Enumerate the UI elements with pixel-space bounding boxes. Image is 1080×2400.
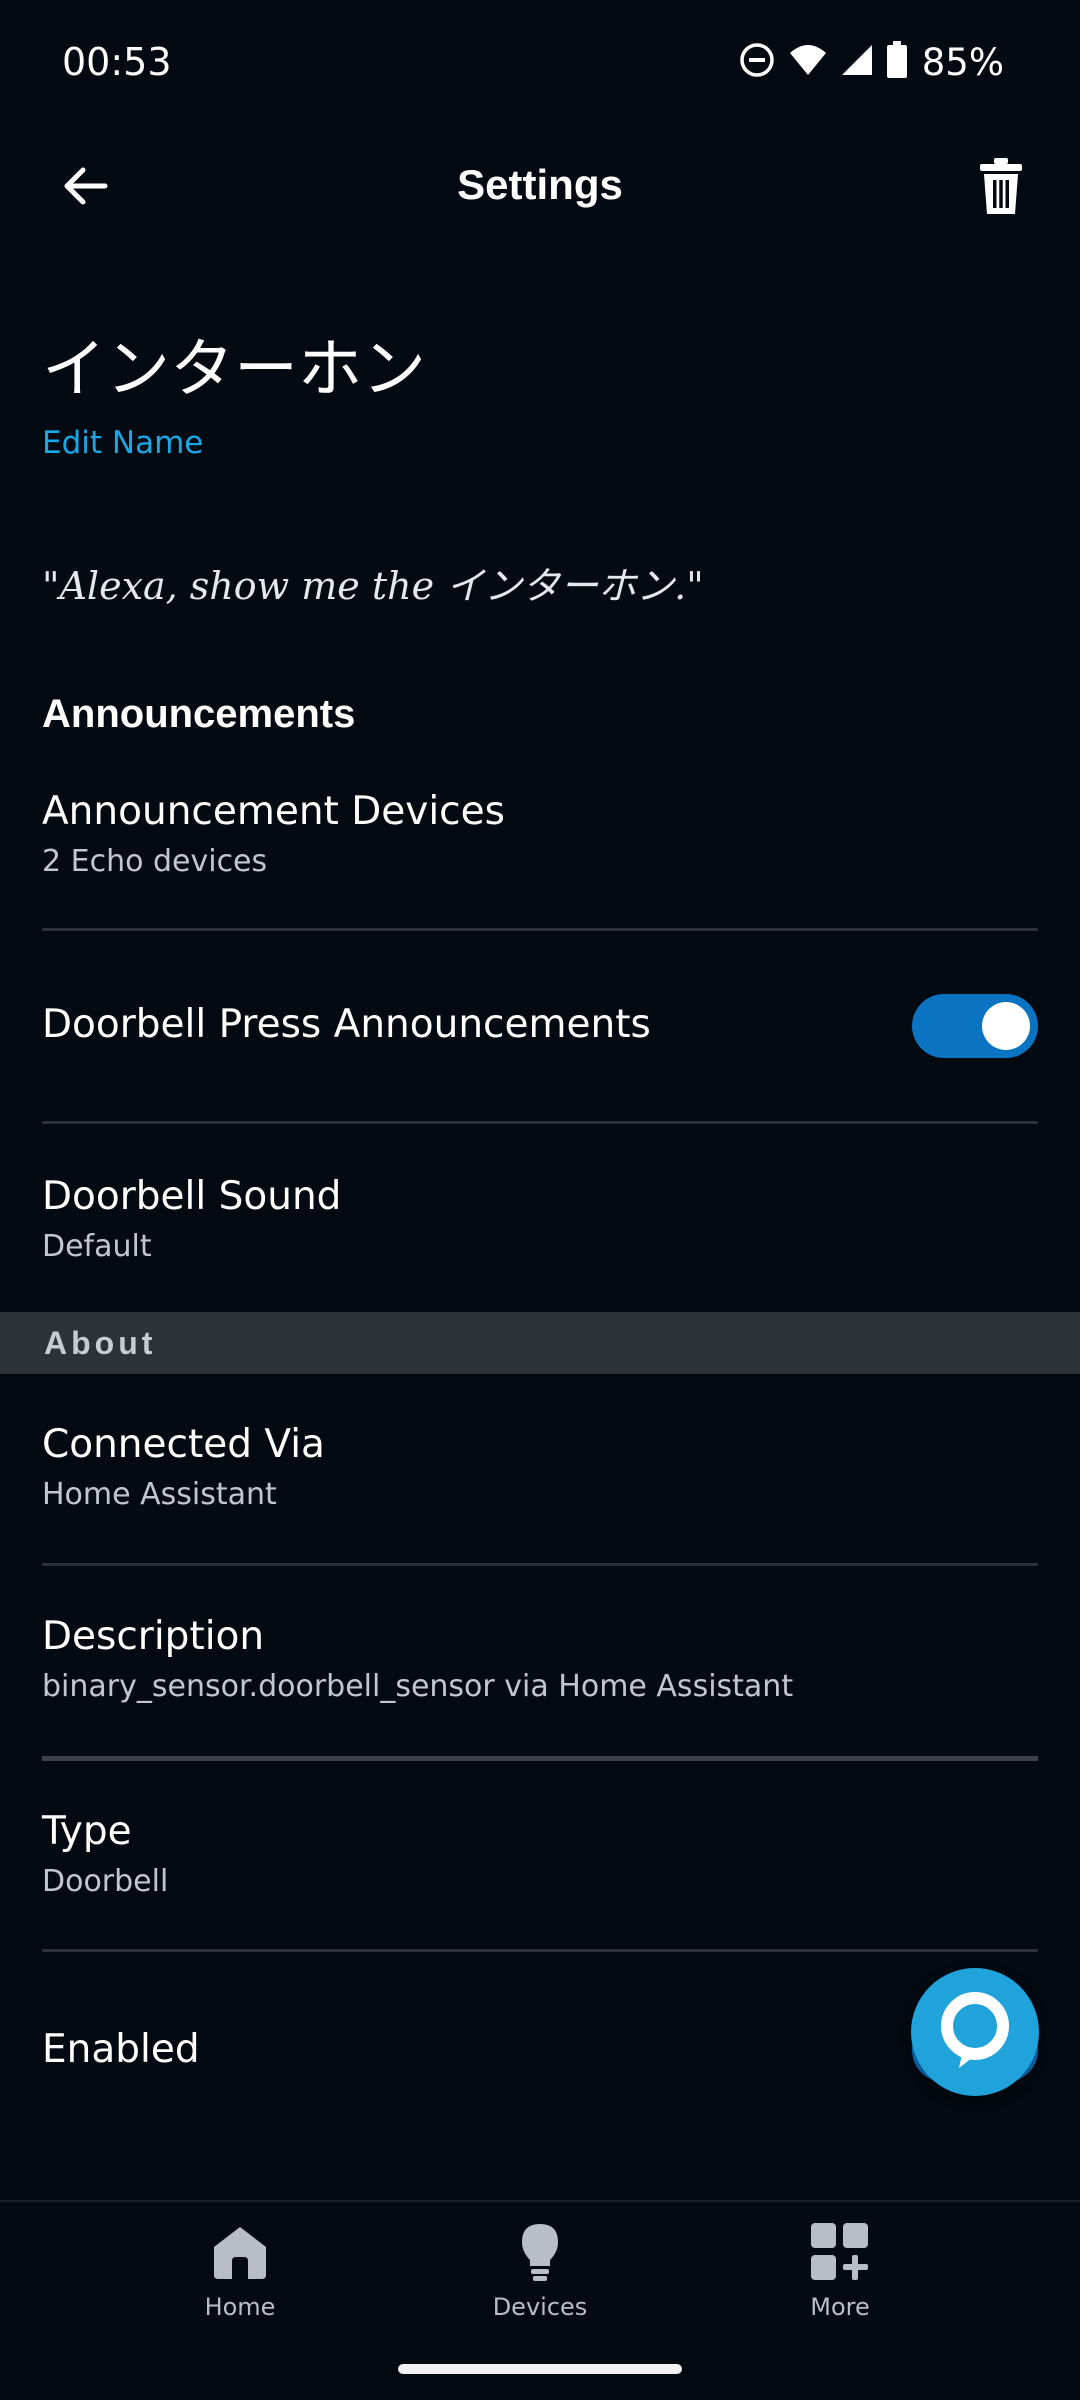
battery-percentage: 85%: [921, 40, 1004, 84]
connected-via-row: Connected Via Home Assistant: [0, 1374, 1080, 1564]
home-indicator[interactable]: [398, 2364, 682, 2374]
description-row: Description binary_sensor.doorbell_senso…: [0, 1566, 1080, 1756]
lightbulb-icon: [510, 2222, 570, 2282]
edit-name-link[interactable]: Edit Name: [42, 420, 203, 466]
announcements-heading: Announcements: [42, 692, 356, 736]
nav-more[interactable]: More: [740, 2202, 940, 2342]
announcement-devices-row[interactable]: Announcement Devices 2 Echo devices: [0, 760, 1080, 930]
status-time: 00:53: [62, 40, 172, 84]
connected-via-value: Home Assistant: [42, 1477, 277, 1512]
description-title: Description: [42, 1614, 265, 1659]
doorbell-press-announcements-toggle[interactable]: [912, 994, 1038, 1058]
about-section-band: About: [0, 1312, 1080, 1374]
toggle-knob: [982, 1002, 1030, 1050]
do-not-disturb-icon: [738, 41, 776, 83]
nav-home[interactable]: Home: [140, 2202, 340, 2342]
description-value: binary_sensor.doorbell_sensor via Home A…: [42, 1669, 794, 1704]
announcement-devices-title: Announcement Devices: [42, 789, 505, 834]
device-name: インターホン: [42, 333, 426, 407]
trash-icon: [980, 158, 1022, 218]
doorbell-press-announcements-title: Doorbell Press Announcements: [42, 1002, 651, 1047]
voice-hint: "Alexa, show me the インターホン.": [42, 564, 704, 608]
doorbell-sound-title: Doorbell Sound: [42, 1174, 342, 1219]
enabled-title: Enabled: [42, 2027, 200, 2072]
home-icon: [210, 2222, 270, 2282]
status-bar: 00:53 85%: [0, 0, 1080, 125]
about-heading: About: [44, 1325, 157, 1361]
grid-plus-icon: [810, 2222, 870, 2282]
alexa-voice-button[interactable]: [911, 1968, 1039, 2096]
wifi-icon: [788, 43, 828, 81]
status-icons: 85%: [738, 36, 1004, 88]
type-value: Doorbell: [42, 1864, 169, 1899]
signal-icon: [840, 43, 874, 81]
battery-icon: [886, 41, 908, 83]
alexa-icon: [937, 1990, 1013, 2074]
type-title: Type: [42, 1809, 132, 1854]
app-bar: Settings: [0, 125, 1080, 245]
doorbell-sound-value: Default: [42, 1229, 152, 1264]
announcement-devices-value: 2 Echo devices: [42, 844, 268, 879]
nav-devices-label: Devices: [492, 2293, 588, 2321]
nav-more-label: More: [810, 2293, 870, 2321]
type-row: Type Doorbell: [0, 1761, 1080, 1951]
delete-button[interactable]: [966, 153, 1036, 223]
connected-via-title: Connected Via: [42, 1422, 325, 1467]
page-title: Settings: [457, 161, 623, 208]
nav-devices[interactable]: Devices: [440, 2202, 640, 2342]
nav-home-label: Home: [204, 2293, 276, 2321]
doorbell-press-announcements-row: Doorbell Press Announcements: [0, 931, 1080, 1121]
settings-screen: 00:53 85% Settings インターホン Edit Name "Ale…: [0, 0, 1080, 2400]
doorbell-sound-row[interactable]: Doorbell Sound Default: [0, 1124, 1080, 1312]
